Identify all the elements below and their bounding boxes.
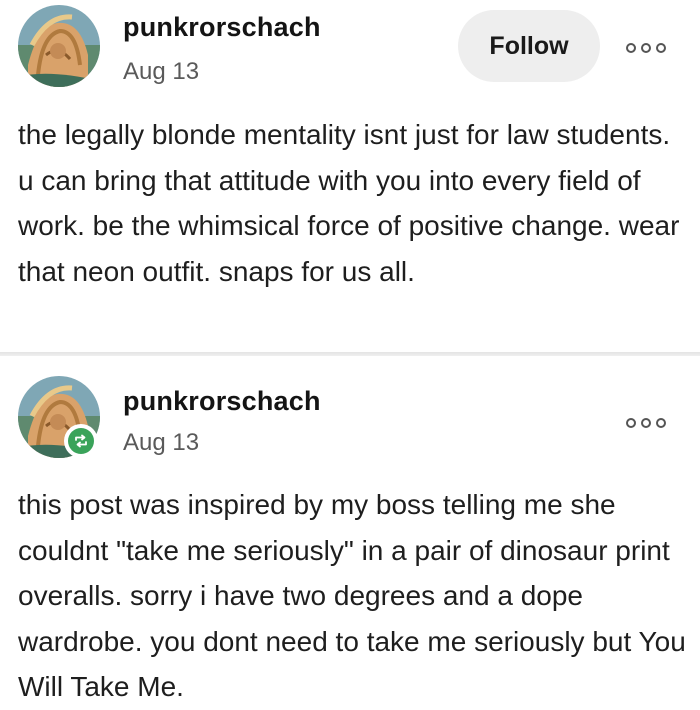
avatar-image bbox=[18, 5, 100, 87]
post-reblog: punkrorschach Aug 13 this post was inspi… bbox=[0, 356, 700, 707]
dot bbox=[641, 418, 651, 428]
dot bbox=[626, 418, 636, 428]
post-body: this post was inspired by my boss tellin… bbox=[18, 489, 686, 702]
dot bbox=[656, 418, 666, 428]
avatar[interactable] bbox=[18, 5, 100, 87]
reblog-badge bbox=[64, 424, 98, 458]
more-options-icon[interactable] bbox=[626, 416, 666, 430]
more-options-icon[interactable] bbox=[626, 41, 666, 55]
reblog-icon bbox=[68, 428, 94, 454]
username[interactable]: punkrorschach bbox=[123, 12, 321, 43]
post-original: punkrorschach Aug 13 Follow the legally … bbox=[0, 0, 700, 352]
username[interactable]: punkrorschach bbox=[123, 386, 321, 417]
dot bbox=[641, 43, 651, 53]
post-date[interactable]: Aug 13 bbox=[123, 58, 199, 86]
post-date[interactable]: Aug 13 bbox=[123, 429, 199, 457]
post-body: the legally blonde mentality isnt just f… bbox=[18, 119, 680, 287]
dot bbox=[656, 43, 666, 53]
follow-button[interactable]: Follow bbox=[458, 10, 600, 82]
dot bbox=[626, 43, 636, 53]
